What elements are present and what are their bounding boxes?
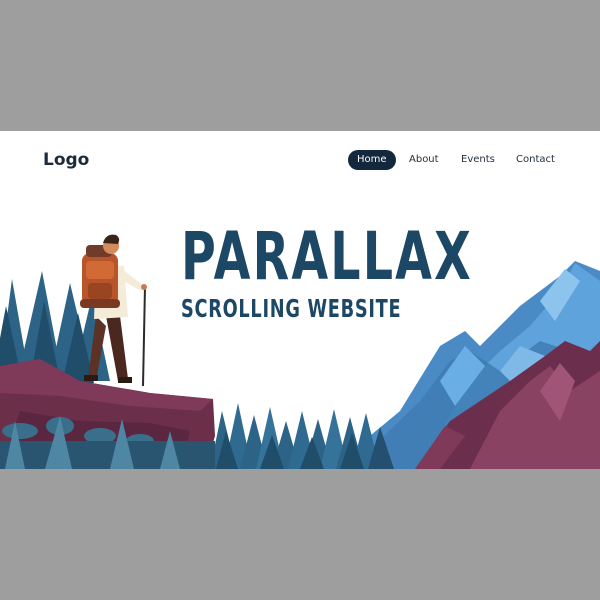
site-logo[interactable]: Logo [43,150,89,170]
nav-events[interactable]: Events [461,150,495,170]
hero-subtitle: SCROLLING WEBSITE [181,294,402,323]
nav-contact[interactable]: Contact [516,150,555,170]
nav-about[interactable]: About [409,150,439,170]
landing-page: Logo Home About Events Contact PARALLAX … [0,131,600,469]
hero-title: PARALLAX [181,218,473,295]
pine-forest-center [210,403,394,469]
nav-home[interactable]: Home [348,150,396,170]
